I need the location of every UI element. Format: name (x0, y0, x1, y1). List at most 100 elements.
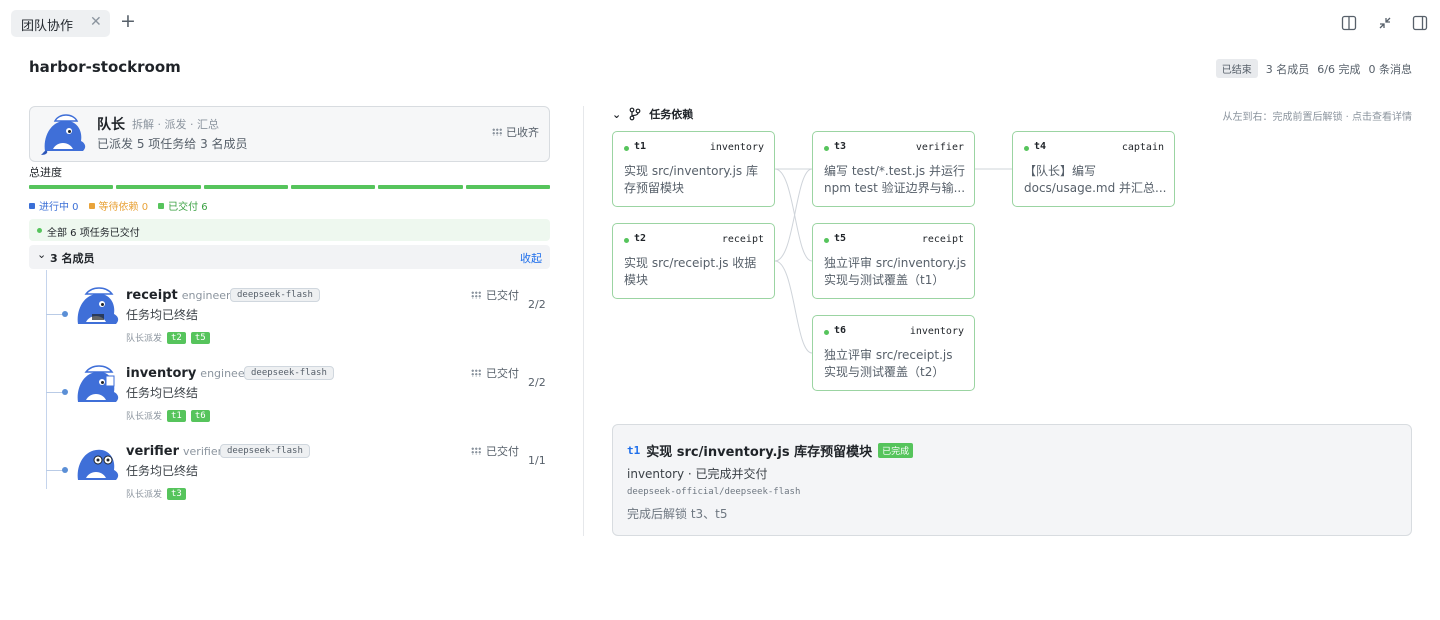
legend-label: 等待依赖 0 (98, 202, 149, 213)
whale-avatar-icon (41, 114, 86, 155)
deps-header[interactable]: ⌄ 任务依赖 (612, 106, 693, 122)
members-section-header[interactable]: ⌄ 3 名成员 收起 (29, 245, 550, 269)
member-role: engineer (181, 289, 231, 302)
member-assignments: 队长派发 t2 t5 (126, 331, 210, 344)
member-status-label: 已交付 (486, 289, 519, 302)
member-receipt[interactable]: receipt engineer deepseek-flash 任务均已终结 队长… (46, 284, 550, 354)
progress-segment (116, 185, 201, 189)
member-verifier[interactable]: verifier verifier deepseek-flash 任务均已终结 队… (46, 440, 550, 510)
node-id: t5 (834, 233, 847, 244)
node-owner: verifier (915, 142, 964, 153)
chevron-down-icon[interactable]: ⌄ (37, 248, 46, 261)
legend-label: 已交付 6 (168, 202, 208, 213)
edge-t1-t5 (774, 168, 813, 262)
node-desc: 【队长】编写 docs/usage.md 并汇总... (1024, 164, 1167, 195)
node-desc: 独立评审 src/receipt.js 实现与测试覆盖（t2） (824, 348, 953, 379)
node-desc: 实现 src/receipt.js 收据模块 (624, 256, 757, 287)
page-title: harbor-stockroom (29, 58, 181, 76)
member-task-count: 2/2 (528, 376, 546, 389)
message-count: 0 条消息 (1368, 62, 1413, 76)
task-node-t1[interactable]: t1 inventory 实现 src/inventory.js 库存预留模块 (612, 131, 775, 207)
status-dot (624, 146, 629, 151)
status-dot (824, 330, 829, 335)
whale-avatar-icon (77, 449, 119, 480)
task-node-t6[interactable]: t6 inventory 独立评审 src/receipt.js 实现与测试覆盖… (812, 315, 975, 391)
member-name-text: inventory (126, 366, 197, 381)
task-node-t3[interactable]: t3 verifier 编写 test/*.test.js 并运行 npm te… (812, 131, 975, 207)
captain-status-label: 已收齐 (506, 126, 539, 139)
edge-t2-t3 (774, 168, 813, 262)
node-owner: receipt (921, 234, 964, 245)
detail-id: t1 (627, 444, 641, 457)
member-role: verifier (183, 445, 223, 458)
task-tag[interactable]: t6 (190, 409, 210, 422)
assign-label: 队长派发 (126, 490, 163, 500)
member-substatus: 任务均已终结 (126, 464, 199, 478)
detail-title: t1 实现 src/inventory.js 库存预留模块 已完成 (627, 441, 914, 460)
legend-swatch (158, 202, 165, 209)
task-node-t4[interactable]: t4 captain 【队长】编写 docs/usage.md 并汇总... (1012, 131, 1175, 207)
close-icon[interactable]: ✕ (90, 14, 102, 30)
progress-segment (465, 185, 550, 189)
model-pill: deepseek-flash (220, 444, 310, 458)
node-owner: receipt (721, 234, 764, 245)
status-dot (824, 146, 829, 151)
task-node-t2[interactable]: t2 receipt 实现 src/receipt.js 收据模块 (612, 223, 775, 299)
progress-segment (29, 185, 114, 189)
legend-waiting: 等待依赖 0 (88, 198, 149, 213)
member-status: 已交付 (471, 287, 519, 303)
node-id: t4 (1034, 141, 1047, 152)
sidebar-toggle-icon[interactable] (1412, 15, 1428, 31)
tab-team-collab[interactable]: 团队协作 ✕ (11, 10, 110, 37)
status-dot (1024, 146, 1029, 151)
member-name-text: receipt (126, 288, 178, 303)
edge-t2-t6 (774, 260, 813, 354)
captain-name: 队长 (97, 117, 125, 133)
task-tag[interactable]: t5 (190, 331, 210, 344)
detail-unlock: 完成后解锁 t3、t5 (627, 507, 728, 521)
legend-delivered: 已交付 6 (158, 198, 208, 213)
member-name: receipt engineer (126, 288, 231, 303)
node-id: t1 (634, 141, 647, 152)
task-node-t5[interactable]: t5 receipt 独立评审 src/inventory.js 实现与测试覆盖… (812, 223, 975, 299)
status-badge: 已完成 (878, 443, 914, 458)
task-tag[interactable]: t2 (167, 331, 186, 344)
node-desc: 编写 test/*.test.js 并运行 npm test 验证边界与输... (824, 164, 966, 195)
member-count: 3 名成员 (1265, 62, 1310, 76)
node-owner: inventory (909, 326, 964, 337)
grid-dots-icon (471, 369, 481, 377)
progress-bar (29, 185, 550, 189)
member-name: verifier verifier (126, 444, 222, 459)
deps-hint: 从左到右：完成前置后解锁 · 点击查看详情 (1222, 112, 1412, 123)
captain-description: 已派发 5 项任务给 3 名成员 (97, 137, 248, 151)
progress-label: 总进度 (29, 166, 62, 179)
task-tag[interactable]: t1 (167, 409, 186, 422)
split-view-icon[interactable] (1341, 15, 1357, 31)
progress-segment (290, 185, 376, 189)
tree-node-dot (62, 467, 68, 473)
member-task-count: 1/1 (528, 454, 546, 467)
task-detail-card: t1 实现 src/inventory.js 库存预留模块 已完成 invent… (612, 424, 1412, 536)
collapse-icon[interactable] (1377, 15, 1393, 31)
node-desc: 独立评审 src/inventory.js 实现与测试覆盖（t1） (824, 256, 967, 287)
member-task-count: 2/2 (528, 298, 546, 311)
collapse-members-button[interactable]: 收起 (520, 250, 542, 266)
chevron-down-icon[interactable]: ⌄ (612, 108, 621, 121)
status-dot (624, 238, 629, 243)
member-inventory[interactable]: inventory engineer deepseek-flash 任务均已终结 … (46, 362, 550, 432)
node-id: t6 (834, 325, 847, 336)
members-title: 3 名成员 (50, 252, 95, 265)
add-tab-icon[interactable]: + (120, 11, 136, 31)
node-id: t2 (634, 233, 647, 244)
progress-legend: 进行中 0 等待依赖 0 已交付 6 (29, 198, 208, 213)
captain-card[interactable]: 队长 拆解 · 派发 · 汇总 已派发 5 项任务给 3 名成员 已收齐 (29, 106, 550, 162)
branch-icon (629, 107, 641, 121)
assign-label: 队长派发 (126, 334, 163, 344)
task-tag[interactable]: t3 (167, 487, 186, 500)
tab-label: 团队协作 (21, 19, 74, 34)
member-substatus: 任务均已终结 (126, 386, 199, 400)
detail-model: deepseek-official/deepseek-flash (627, 487, 801, 497)
tree-node-dot (62, 311, 68, 317)
tree-node-dot (62, 389, 68, 395)
detail-title-text: 实现 src/inventory.js 库存预留模块 (646, 445, 873, 460)
